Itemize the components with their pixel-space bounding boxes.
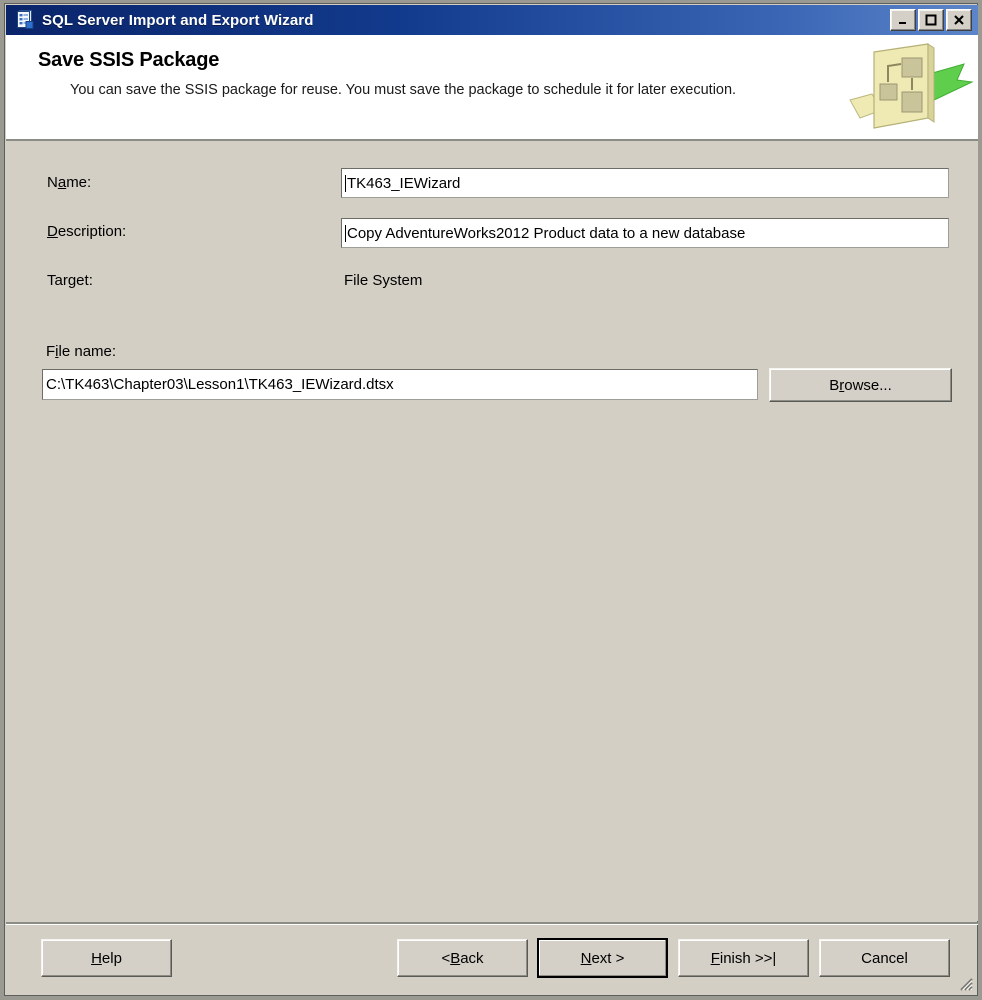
- text-caret: [345, 174, 346, 192]
- page-title: Save SSIS Package: [38, 49, 220, 71]
- cancel-button[interactable]: Cancel: [819, 939, 950, 977]
- maximize-button[interactable]: [918, 9, 944, 31]
- back-button[interactable]: < Back: [397, 939, 528, 977]
- description-label: Description:: [47, 223, 127, 240]
- minimize-button[interactable]: [890, 9, 916, 31]
- footer-separator: [6, 922, 978, 925]
- file-name-label: File name:: [46, 343, 117, 360]
- next-button[interactable]: Next >: [537, 938, 668, 978]
- title-bar[interactable]: SQL Server Import and Export Wizard: [6, 5, 978, 35]
- package-description-input[interactable]: Copy AdventureWorks2012 Product data to …: [341, 218, 949, 248]
- close-button[interactable]: [946, 9, 972, 31]
- package-description-value: Copy AdventureWorks2012 Product data to …: [347, 224, 746, 242]
- window-title: SQL Server Import and Export Wizard: [42, 11, 314, 29]
- page-description: You can save the SSIS package for reuse.…: [70, 82, 737, 98]
- window-inner-frame: SQL Server Import and Export Wizard Save…: [4, 3, 978, 996]
- wizard-window: SQL Server Import and Export Wizard Save…: [0, 0, 982, 1000]
- wizard-header: Save SSIS Package You can save the SSIS …: [6, 35, 978, 141]
- window-controls: [890, 9, 972, 31]
- package-name-value: TK463_IEWizard: [347, 174, 461, 192]
- target-label: Target:: [47, 272, 93, 289]
- help-button[interactable]: Help: [41, 939, 172, 977]
- resize-grip[interactable]: [957, 975, 973, 991]
- target-value: File System: [344, 272, 423, 289]
- ssis-package-arrow-graphic: [844, 40, 974, 138]
- name-label: Name:: [47, 174, 92, 191]
- file-name-value: C:\TK463\Chapter03\Lesson1\TK463_IEWizar…: [46, 376, 394, 393]
- browse-button[interactable]: Br owse...: [769, 368, 952, 402]
- wizard-body: Name: TK463_IEWizard Description: Copy A…: [6, 141, 978, 921]
- wizard-document-icon: [14, 9, 36, 31]
- file-name-input[interactable]: C:\TK463\Chapter03\Lesson1\TK463_IEWizar…: [42, 369, 758, 400]
- text-caret: [345, 224, 346, 242]
- finish-button[interactable]: Finish >>|: [678, 939, 809, 977]
- package-name-input[interactable]: TK463_IEWizard: [341, 168, 949, 198]
